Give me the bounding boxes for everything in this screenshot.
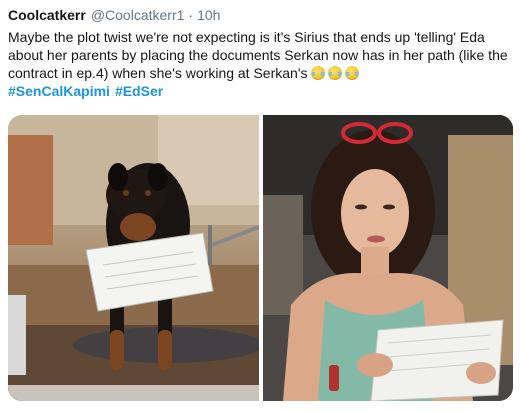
photo-dog-with-papers[interactable] — [8, 115, 259, 401]
dog-illustration — [8, 115, 259, 401]
hashtags: #SenCalKapimi #EdSer — [8, 82, 513, 100]
tweet-header: Coolcatkerr @Coolcatkerr1 · 10h — [8, 6, 512, 24]
photo-woman-reading[interactable] — [263, 115, 513, 401]
tears-of-joy-emoji-icon — [344, 66, 359, 80]
tears-of-joy-emoji-icon — [310, 66, 325, 80]
hashtag-edser[interactable]: #EdSer — [115, 83, 163, 99]
user-handle[interactable]: @Coolcatkerr1 — [91, 6, 185, 24]
display-name[interactable]: Coolcatkerr — [8, 6, 86, 24]
tweet-body: Maybe the plot twist we're not expecting… — [8, 29, 508, 81]
hashtag-sencalkapimi[interactable]: #SenCalKapimi — [8, 83, 110, 99]
tears-of-joy-emoji-icon — [327, 66, 342, 80]
tweet: Coolcatkerr @Coolcatkerr1 · 10h Maybe th… — [0, 0, 520, 411]
timestamp[interactable]: 10h — [197, 6, 220, 24]
emoji-group — [310, 66, 362, 80]
woman-illustration — [263, 115, 513, 401]
separator-dot: · — [188, 7, 194, 23]
media-grid — [8, 115, 513, 401]
tweet-text: Maybe the plot twist we're not expecting… — [8, 28, 513, 100]
